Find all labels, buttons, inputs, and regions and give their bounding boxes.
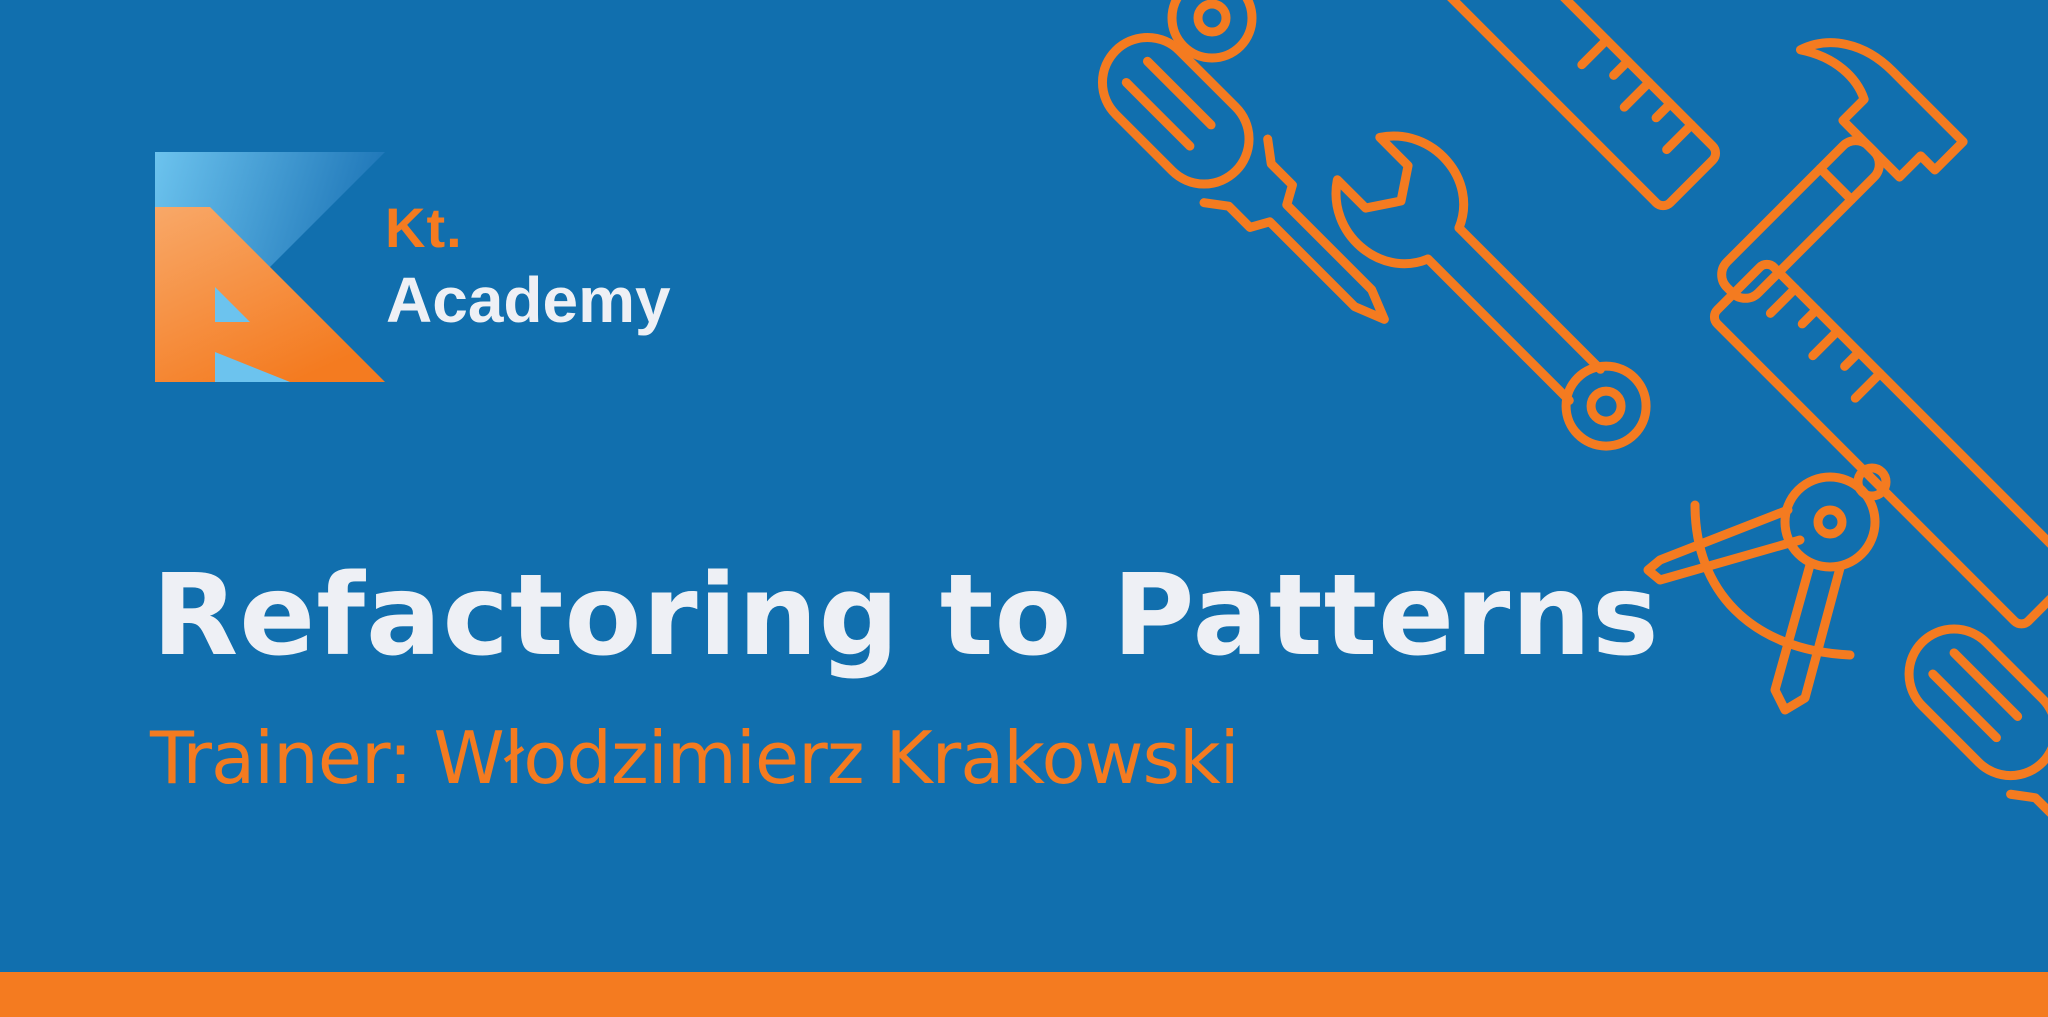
ruler-icon-2 [1709,259,2048,629]
hammer-icon [1717,38,1968,303]
trainer-subtitle: Trainer: Włodzimierz Krakowski [150,716,1240,800]
utility-knife-icon [1904,624,2048,824]
tools-decoration [1097,0,2048,824]
banner: Kt. Academy Refactoring to Patterns Trai… [0,0,2048,1017]
bottom-accent-bar [0,972,2048,1017]
page-title: Refactoring to Patterns [152,551,1660,681]
screwdriver-icon [1097,32,1389,324]
ruler-icon [1379,0,1721,211]
compass-icon [1643,463,1891,715]
